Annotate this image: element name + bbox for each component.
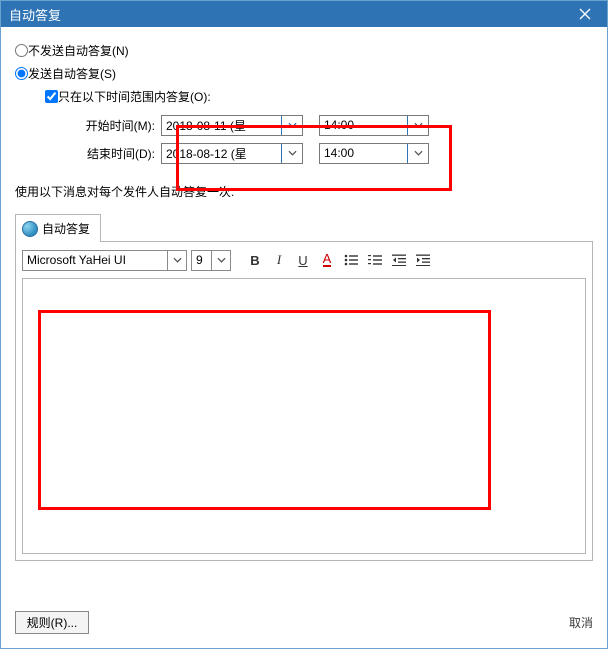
- close-button[interactable]: [563, 1, 607, 27]
- dropdown-button[interactable]: [281, 144, 302, 163]
- rules-button-label: 规则(R)...: [27, 614, 78, 631]
- font-size-value: 9: [192, 253, 211, 267]
- note-text: 使用以下消息对每个发件人自动答复一次:: [15, 183, 593, 200]
- close-icon: [579, 8, 591, 20]
- title-text: 自动答复: [9, 5, 61, 24]
- dropdown-button[interactable]: [211, 251, 230, 270]
- dropdown-button[interactable]: [407, 144, 428, 163]
- cancel-button-label: 取消: [569, 616, 593, 630]
- radio-off[interactable]: [15, 44, 28, 57]
- editor-pane: Microsoft YaHei UI 9 B I U A: [15, 241, 593, 561]
- checkbox-row-range: 只在以下时间范围内答复(O):: [45, 88, 593, 105]
- end-time-label: 结束时间(D):: [75, 145, 161, 162]
- indent-button[interactable]: [413, 250, 433, 270]
- chevron-down-icon: [217, 257, 226, 263]
- bullet-list-button[interactable]: [341, 250, 361, 270]
- radio-off-label: 不发送自动答复(N): [28, 42, 129, 59]
- end-date-value: 2018-08-12 (星: [162, 145, 281, 162]
- rules-button[interactable]: 规则(R)...: [15, 611, 89, 634]
- end-time-value: 14:00: [320, 146, 407, 160]
- bold-button[interactable]: B: [245, 250, 265, 270]
- time-rows: 开始时间(M): 2018-08-11 (星 14:00 结束时间(D):: [75, 111, 593, 167]
- chevron-down-icon: [288, 150, 297, 156]
- radio-row-on: 发送自动答复(S): [15, 65, 593, 82]
- message-editor[interactable]: [22, 278, 586, 554]
- start-time-label: 开始时间(M):: [75, 117, 161, 134]
- start-time-row: 开始时间(M): 2018-08-11 (星 14:00: [75, 111, 593, 139]
- autoreply-dialog: 自动答复 不发送自动答复(N) 发送自动答复(S) 只在以下时间范围内答复(O)…: [0, 0, 608, 649]
- chevron-down-icon: [288, 122, 297, 128]
- indent-icon: [416, 254, 430, 266]
- dialog-footer: 规则(R)... 取消: [1, 596, 607, 648]
- checkbox-range-label: 只在以下时间范围内答复(O):: [58, 88, 211, 105]
- font-family-value: Microsoft YaHei UI: [23, 253, 167, 267]
- font-color-button[interactable]: A: [317, 250, 337, 270]
- start-date-value: 2018-08-11 (星: [162, 117, 281, 134]
- outdent-icon: [392, 254, 406, 266]
- chevron-down-icon: [173, 257, 182, 263]
- tab-label: 自动答复: [42, 220, 90, 237]
- tab-autoreply[interactable]: 自动答复: [15, 214, 101, 242]
- dropdown-button[interactable]: [167, 251, 186, 270]
- radio-row-off: 不发送自动答复(N): [15, 42, 593, 59]
- start-time-combo[interactable]: 14:00: [319, 115, 429, 136]
- number-list-icon: [368, 254, 382, 266]
- cancel-button[interactable]: 取消: [569, 614, 593, 631]
- editor-toolbar: Microsoft YaHei UI 9 B I U A: [22, 248, 586, 272]
- tab-bar: 自动答复: [15, 214, 593, 242]
- radio-on-label: 发送自动答复(S): [28, 65, 116, 82]
- outdent-button[interactable]: [389, 250, 409, 270]
- title-bar: 自动答复: [1, 1, 607, 27]
- underline-button[interactable]: U: [293, 250, 313, 270]
- italic-button[interactable]: I: [269, 250, 289, 270]
- font-size-combo[interactable]: 9: [191, 250, 231, 271]
- font-family-combo[interactable]: Microsoft YaHei UI: [22, 250, 187, 271]
- start-time-value: 14:00: [320, 118, 407, 132]
- radio-on[interactable]: [15, 67, 28, 80]
- number-list-button[interactable]: [365, 250, 385, 270]
- dropdown-button[interactable]: [407, 116, 428, 135]
- end-time-row: 结束时间(D): 2018-08-12 (星 14:00: [75, 139, 593, 167]
- end-date-combo[interactable]: 2018-08-12 (星: [161, 143, 303, 164]
- dialog-body: 不发送自动答复(N) 发送自动答复(S) 只在以下时间范围内答复(O): 开始时…: [1, 27, 607, 596]
- chevron-down-icon: [414, 150, 423, 156]
- globe-icon: [22, 221, 38, 237]
- end-time-combo[interactable]: 14:00: [319, 143, 429, 164]
- chevron-down-icon: [414, 122, 423, 128]
- checkbox-range[interactable]: [45, 90, 58, 103]
- start-date-combo[interactable]: 2018-08-11 (星: [161, 115, 303, 136]
- dropdown-button[interactable]: [281, 116, 302, 135]
- bullet-list-icon: [344, 254, 358, 266]
